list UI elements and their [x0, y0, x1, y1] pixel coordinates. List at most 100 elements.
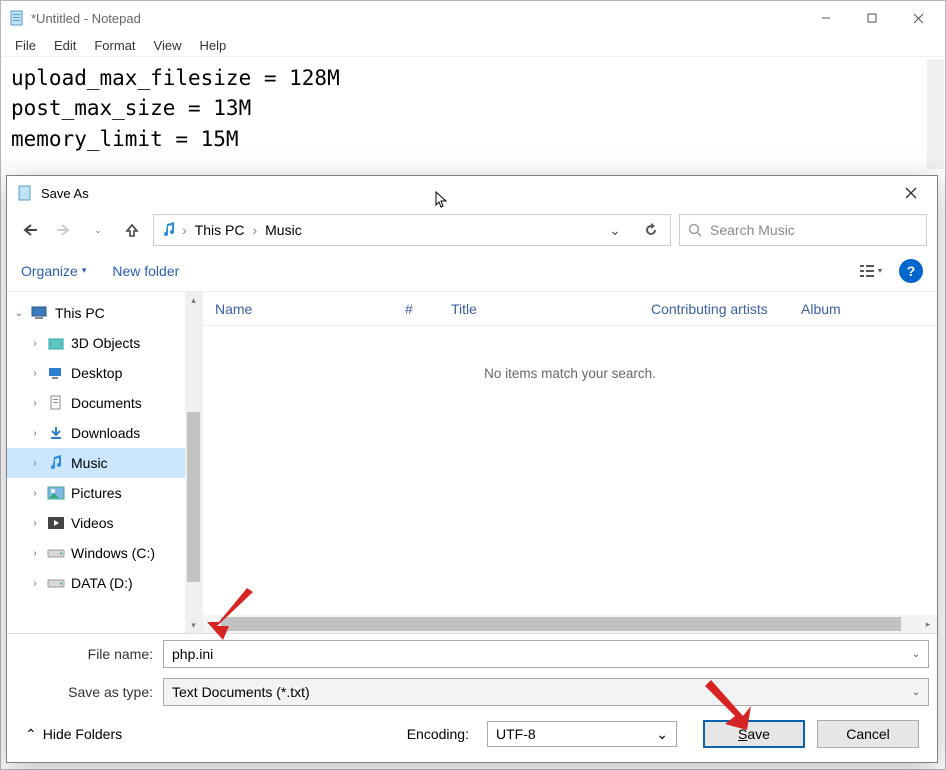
expander-icon[interactable]: › — [29, 428, 41, 439]
dialog-icon — [17, 185, 33, 201]
tree-item-label: DATA (D:) — [71, 575, 133, 591]
dialog-close-button[interactable] — [889, 178, 933, 208]
menu-edit[interactable]: Edit — [46, 36, 84, 55]
save-as-dialog: Save As ⌄ › This PC › Music ⌄ — [6, 175, 938, 763]
tree-item[interactable]: › Documents — [7, 388, 202, 418]
dialog-titlebar[interactable]: Save As — [7, 176, 937, 210]
minimize-button[interactable] — [803, 3, 849, 33]
notepad-menubar: File Edit Format View Help — [1, 35, 945, 57]
address-bar[interactable]: › This PC › Music ⌄ — [153, 214, 671, 246]
search-input[interactable]: Search Music — [679, 214, 927, 246]
col-name[interactable]: Name — [203, 301, 393, 317]
cancel-button[interactable]: Cancel — [817, 720, 919, 748]
tree-item[interactable]: › Windows (C:) — [7, 538, 202, 568]
expander-icon[interactable]: › — [29, 518, 41, 529]
filename-input[interactable]: php.ini ⌄ — [163, 640, 929, 668]
help-button[interactable]: ? — [899, 259, 923, 283]
tree-this-pc[interactable]: ⌄ This PC — [7, 298, 202, 328]
tree-item-label: Pictures — [71, 485, 122, 501]
filename-value: php.ini — [172, 646, 213, 662]
notepad-titlebar[interactable]: *Untitled - Notepad — [1, 1, 945, 35]
expander-icon[interactable]: › — [29, 458, 41, 469]
pictures-icon — [47, 485, 65, 501]
drive-icon — [47, 575, 65, 591]
expander-icon[interactable]: › — [29, 368, 41, 379]
nav-recent-button[interactable]: ⌄ — [85, 217, 111, 243]
col-num[interactable]: # — [393, 301, 439, 317]
chevron-down-icon[interactable]: ⌄ — [912, 649, 920, 660]
breadcrumb-this-pc[interactable]: This PC — [193, 222, 247, 238]
expander-icon[interactable]: › — [29, 488, 41, 499]
tree-item-label: Videos — [71, 515, 114, 531]
view-options-button[interactable] — [853, 259, 889, 283]
maximize-button[interactable] — [849, 3, 895, 33]
notepad-vscroll[interactable] — [927, 59, 944, 169]
nav-back-button[interactable] — [17, 217, 43, 243]
chevron-down-icon: ▾ — [82, 265, 87, 276]
drive-icon — [47, 545, 65, 561]
expander-icon[interactable]: › — [29, 548, 41, 559]
folder-tree[interactable]: ⌄ This PC ›3D Objects›Desktop›Documents›… — [7, 292, 202, 633]
refresh-button[interactable] — [636, 215, 666, 245]
list-empty-text: No items match your search. — [203, 326, 937, 615]
tree-item-label: Music — [71, 455, 108, 471]
tree-item-label: Desktop — [71, 365, 122, 381]
tree-item-label: Downloads — [71, 425, 140, 441]
menu-format[interactable]: Format — [86, 36, 143, 55]
close-button[interactable] — [895, 3, 941, 33]
breadcrumb-sep: › — [252, 222, 257, 238]
menu-file[interactable]: File — [7, 36, 44, 55]
tree-item[interactable]: › Music — [7, 448, 202, 478]
list-hscroll[interactable]: ◂ ▸ — [203, 615, 937, 633]
tree-item-label: Windows (C:) — [71, 545, 155, 561]
menu-help[interactable]: Help — [191, 36, 234, 55]
organize-button[interactable]: Organize ▾ — [21, 263, 86, 279]
col-title[interactable]: Title — [439, 301, 639, 317]
tree-item[interactable]: › 3D Objects — [7, 328, 202, 358]
tree-item[interactable]: › Downloads — [7, 418, 202, 448]
chevron-down-icon[interactable]: ⌄ — [656, 726, 668, 743]
savetype-value: Text Documents (*.txt) — [172, 684, 310, 700]
hide-folders-button[interactable]: ⌃ Hide Folders — [25, 726, 122, 743]
new-folder-button[interactable]: New folder — [112, 263, 179, 279]
expander-icon[interactable]: › — [29, 578, 41, 589]
filename-label: File name: — [15, 646, 163, 662]
hscroll-thumb[interactable] — [221, 617, 901, 631]
tree-item-label: Documents — [71, 395, 142, 411]
savetype-select[interactable]: Text Documents (*.txt) ⌄ — [163, 678, 929, 706]
scroll-up-icon[interactable]: ▴ — [185, 292, 202, 308]
savetype-label: Save as type: — [15, 684, 163, 700]
tree-item[interactable]: › Pictures — [7, 478, 202, 508]
tree-item-label: 3D Objects — [71, 335, 140, 351]
notepad-icon — [9, 10, 25, 26]
col-artists[interactable]: Contributing artists — [639, 301, 789, 317]
videos-icon — [47, 515, 65, 531]
breadcrumb-sep: › — [182, 222, 187, 238]
dialog-title: Save As — [41, 186, 889, 201]
dialog-body: ⌄ This PC ›3D Objects›Desktop›Documents›… — [7, 292, 937, 633]
music-icon — [47, 455, 65, 471]
hscroll-left-icon[interactable]: ◂ — [203, 619, 221, 630]
encoding-select[interactable]: UTF-8 ⌄ — [487, 721, 677, 747]
col-album[interactable]: Album — [789, 301, 937, 317]
chevron-down-icon[interactable]: ⌄ — [912, 687, 920, 698]
tree-item[interactable]: › Desktop — [7, 358, 202, 388]
scroll-down-icon[interactable]: ▾ — [185, 617, 202, 633]
save-button[interactable]: Save — [703, 720, 805, 748]
scroll-thumb[interactable] — [187, 412, 200, 582]
expander-icon[interactable]: ⌄ — [13, 308, 25, 319]
tree-item[interactable]: › Videos — [7, 508, 202, 538]
tree-item[interactable]: › DATA (D:) — [7, 568, 202, 598]
nav-row: ⌄ › This PC › Music ⌄ Search Music — [7, 210, 937, 250]
expander-icon[interactable]: › — [29, 338, 41, 349]
folder-3d-icon — [47, 335, 65, 351]
menu-view[interactable]: View — [146, 36, 190, 55]
list-header: Name # Title Contributing artists Album — [203, 292, 937, 326]
nav-forward-button[interactable] — [51, 217, 77, 243]
tree-vscroll[interactable]: ▴ ▾ — [185, 292, 202, 633]
breadcrumb-music[interactable]: Music — [263, 222, 304, 238]
hscroll-right-icon[interactable]: ▸ — [919, 619, 937, 630]
nav-up-button[interactable] — [119, 217, 145, 243]
expander-icon[interactable]: › — [29, 398, 41, 409]
address-dropdown[interactable]: ⌄ — [600, 215, 630, 245]
